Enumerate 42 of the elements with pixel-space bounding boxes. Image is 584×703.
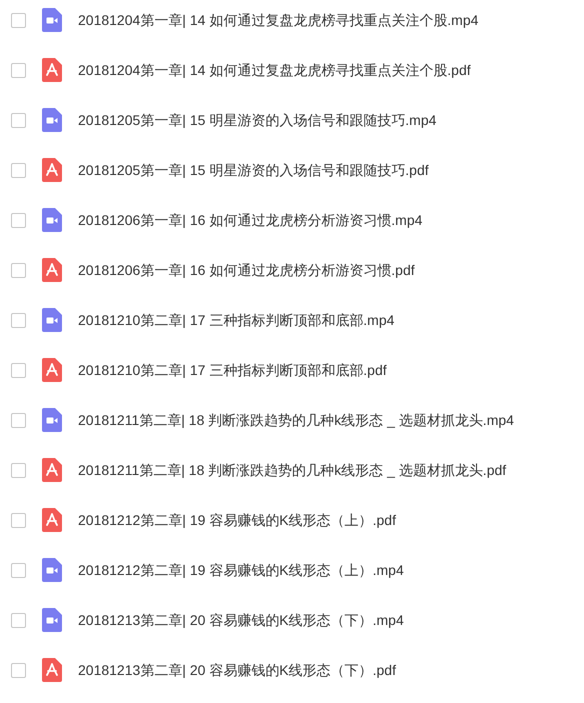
checkbox[interactable] [11,562,26,578]
file-name[interactable]: 20181210第二章| 17 三种指标判断顶部和底部.pdf [78,360,387,380]
file-name[interactable]: 20181212第二章| 19 容易赚钱的K线形态（上）.mp4 [78,560,404,580]
checkbox[interactable] [11,212,26,228]
video-file-icon [42,608,62,632]
pdf-file-icon [42,358,62,382]
checkbox[interactable] [11,62,26,78]
checkbox[interactable] [11,412,26,428]
file-name[interactable]: 20181212第二章| 19 容易赚钱的K线形态（上）.pdf [78,510,396,530]
file-name[interactable]: 20181211第二章| 18 判断涨跌趋势的几种k线形态 _ 选题材抓龙头.mp4 [78,410,514,430]
checkbox[interactable] [11,112,26,128]
file-name[interactable]: 20181213第二章| 20 容易赚钱的K线形态（下）.pdf [78,660,396,680]
checkbox[interactable] [11,512,26,528]
file-name[interactable]: 20181204第一章| 14 如何通过复盘龙虎榜寻找重点关注个股.pdf [78,60,471,80]
file-name[interactable]: 20181204第一章| 14 如何通过复盘龙虎榜寻找重点关注个股.mp4 [78,10,478,30]
checkbox[interactable] [11,262,26,278]
checkbox[interactable] [11,362,26,378]
file-name[interactable]: 20181213第二章| 20 容易赚钱的K线形态（下）.mp4 [78,610,404,630]
file-name[interactable]: 20181210第二章| 17 三种指标判断顶部和底部.mp4 [78,310,394,330]
pdf-file-icon [42,58,62,82]
checkbox[interactable] [11,162,26,178]
file-name[interactable]: 20181211第二章| 18 判断涨跌趋势的几种k线形态 _ 选题材抓龙头.pdf [78,460,506,480]
video-file-icon [42,108,62,132]
file-name[interactable]: 20181205第一章| 15 明星游资的入场信号和跟随技巧.mp4 [78,110,436,130]
file-name[interactable]: 20181206第一章| 16 如何通过龙虎榜分析游资习惯.pdf [78,260,415,280]
video-file-icon [42,8,62,32]
checkbox[interactable] [11,312,26,328]
checkbox[interactable] [11,462,26,478]
checkbox[interactable] [11,662,26,678]
pdf-file-icon [42,258,62,282]
pdf-file-icon [42,508,62,532]
video-file-icon [42,208,62,232]
video-file-icon [42,558,62,582]
video-file-icon [42,308,62,332]
file-name[interactable]: 20181206第一章| 16 如何通过龙虎榜分析游资习惯.mp4 [78,210,422,230]
pdf-file-icon [42,658,62,682]
video-file-icon [42,408,62,432]
file-name[interactable]: 20181205第一章| 15 明星游资的入场信号和跟随技巧.pdf [78,160,429,180]
pdf-file-icon [42,158,62,182]
checkbox[interactable] [11,612,26,628]
pdf-file-icon [42,458,62,482]
checkbox[interactable] [11,12,26,28]
